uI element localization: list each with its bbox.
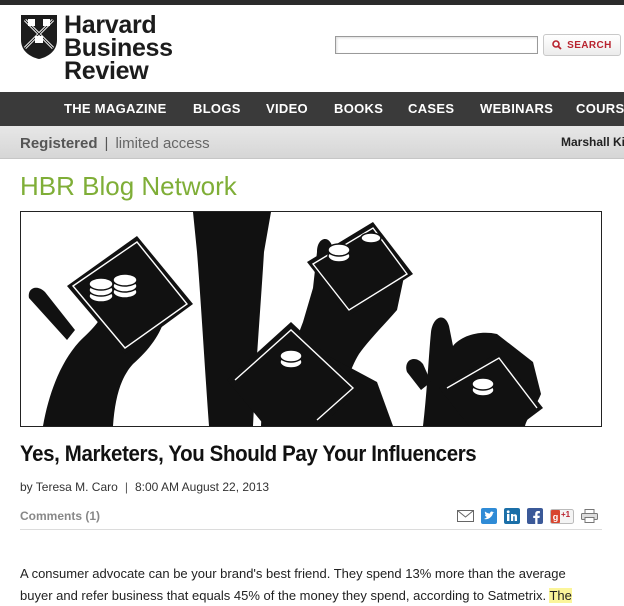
user-name-link[interactable]: Marshall Ki (561, 135, 624, 149)
magnifier-icon (552, 40, 562, 50)
hbr-logo[interactable]: Harvard Business Review (20, 13, 173, 85)
byline-separator: | (124, 480, 128, 494)
nav-books[interactable]: BOOKS (334, 101, 383, 116)
article-body-line-1: A consumer advocate can be your brand's … (20, 566, 566, 581)
search-button[interactable]: SEARCH (543, 34, 621, 56)
access-separator: | (104, 135, 109, 152)
access-status: Registered | limited access (20, 135, 210, 152)
article-hero-image (20, 211, 602, 427)
logo-wordmark: Harvard Business Review (64, 13, 173, 85)
nav-the-magazine[interactable]: THE MAGAZINE (64, 101, 167, 116)
logo-line-3: Review (64, 57, 149, 85)
article-byline: by Teresa M. Caro | 8:00 AM August 22, 201… (20, 480, 269, 494)
article-body-line-2-text: buyer and refer business that equals 45%… (20, 588, 550, 603)
print-icon[interactable] (581, 508, 598, 524)
twitter-icon[interactable] (481, 508, 497, 524)
top-border (0, 0, 624, 5)
nav-cases[interactable]: CASES (408, 101, 454, 116)
svg-text:g: g (553, 512, 559, 522)
harvard-shield-icon (21, 15, 57, 59)
blog-network-title[interactable]: HBR Blog Network (20, 171, 237, 202)
article-body: A consumer advocate can be your brand's … (20, 563, 600, 606)
nav-blogs[interactable]: BLOGS (193, 101, 241, 116)
article-author[interactable]: by Teresa M. Caro (20, 480, 118, 494)
main-nav: THE MAGAZINE BLOGS VIDEO BOOKS CASES WEB… (0, 92, 624, 126)
limited-access-label: limited access (115, 135, 210, 152)
gplus-count: +1 (561, 510, 571, 519)
nav-video[interactable]: VIDEO (266, 101, 308, 116)
hands-holding-money-illustration (28, 212, 543, 426)
registered-label: Registered (20, 135, 98, 152)
email-icon[interactable] (457, 508, 474, 524)
access-bar: Registered | limited access Marshall Ki (0, 126, 624, 159)
linkedin-icon[interactable] (504, 508, 520, 524)
search-button-label: SEARCH (567, 39, 612, 51)
facebook-icon[interactable] (527, 508, 543, 524)
article-datetime: 8:00 AM August 22, 2013 (134, 480, 270, 494)
article-title: Yes, Marketers, You Should Pay Your Infl… (20, 441, 477, 466)
comments-link[interactable]: Comments (1) (20, 509, 100, 523)
article-body-line-2: buyer and refer business that equals 45%… (20, 585, 600, 606)
comments-divider (20, 529, 602, 530)
nav-webinars[interactable]: WEBINARS (480, 101, 553, 116)
search-input[interactable] (335, 36, 538, 54)
google-plus-icon[interactable]: g +1 (550, 508, 574, 524)
nav-courses[interactable]: COURSE (576, 101, 624, 116)
highlighted-text: The (549, 588, 572, 603)
